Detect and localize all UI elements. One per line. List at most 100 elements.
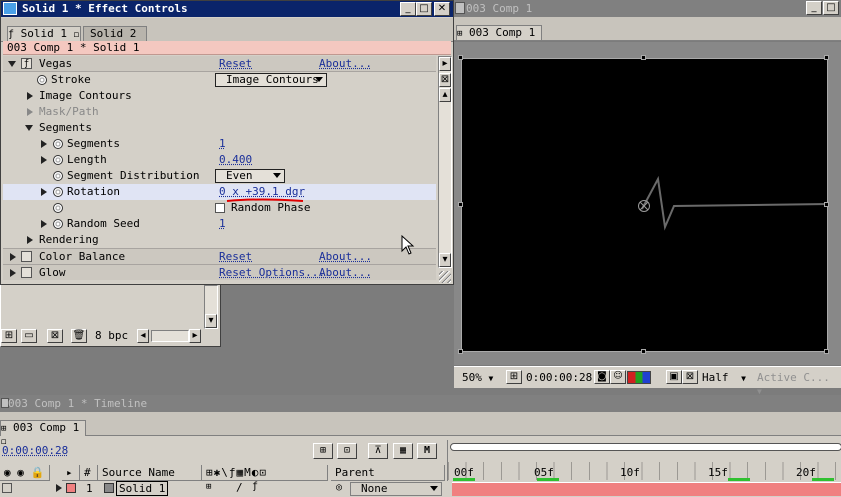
fx-toggle-icon[interactable]: [21, 251, 32, 262]
panel-menu-arrow-icon[interactable]: ▸: [439, 57, 451, 71]
fx-toggle-icon[interactable]: [21, 267, 32, 278]
label-color-swatch[interactable]: [66, 483, 76, 493]
group-row-mask-path[interactable]: Mask/Path: [3, 104, 436, 120]
group-row-image-contours[interactable]: Image Contours: [3, 88, 436, 104]
effect-controls-scrollbar[interactable]: ▸ ⊠ ▴ ▾: [438, 56, 452, 268]
pick-whip-icon[interactable]: ◎: [336, 482, 342, 493]
expand-mask-path-icon[interactable]: [27, 108, 33, 116]
effect-row-glow[interactable]: Glow Reset Options... About...: [3, 264, 436, 280]
effect-row-color-balance[interactable]: Color Balance Reset About...: [3, 248, 436, 264]
effect-controls-titlebar[interactable]: Solid 1 * Effect Controls _ □ ✕: [1, 1, 453, 17]
close-button[interactable]: ✕: [434, 2, 450, 16]
stopwatch-icon[interactable]: [53, 155, 63, 165]
resolution-dropdown[interactable]: Half ▼: [702, 371, 752, 385]
timeline-timecode[interactable]: 0:00:00:28: [2, 444, 68, 457]
tab-003-comp-1[interactable]: ⊞ 003 Comp 1 ◻: [456, 25, 542, 52]
glow-about-link[interactable]: About...: [319, 265, 372, 281]
label-color-header[interactable]: ▸: [62, 465, 80, 481]
expand-glow-icon[interactable]: [10, 269, 16, 277]
group-row-rendering[interactable]: Rendering: [3, 232, 436, 248]
random-seed-value[interactable]: 1: [219, 216, 226, 232]
comp-minimize-button[interactable]: _: [806, 1, 822, 15]
minimize-button[interactable]: _: [400, 2, 416, 16]
stroke-dropdown[interactable]: Image Contours: [215, 73, 327, 87]
snapshot-icon[interactable]: ◙: [594, 370, 610, 384]
work-area-bar[interactable]: [450, 443, 841, 451]
motion-blur-icon[interactable]: M: [417, 443, 437, 459]
property-row-rotation[interactable]: Rotation 0 x +39.1 dgr: [3, 184, 436, 200]
trash-icon[interactable]: 🗑: [71, 329, 87, 343]
video-toggle-icon[interactable]: [2, 483, 12, 493]
region-of-interest-icon[interactable]: ▣: [666, 370, 682, 384]
glow-reset-link[interactable]: Reset Options...: [219, 265, 325, 281]
stopwatch-icon[interactable]: [53, 139, 63, 149]
collapse-switch-icon[interactable]: ⊞: [206, 482, 211, 492]
segment-distribution-dropdown[interactable]: Even: [215, 169, 285, 183]
scroll-down-button[interactable]: ▾: [439, 253, 451, 267]
length-value[interactable]: 0.400: [219, 152, 252, 168]
transparency-grid-icon[interactable]: ⊠: [682, 370, 698, 384]
tab-solid-1[interactable]: ƒ Solid 1 ◻: [7, 26, 81, 41]
comp-marker-icon[interactable]: ⊞: [313, 443, 333, 459]
group-row-segments[interactable]: Segments: [3, 120, 436, 136]
source-name-header[interactable]: Source Name: [98, 465, 202, 481]
layer-name[interactable]: Solid 1: [116, 481, 169, 496]
camera-dropdown[interactable]: Active C... ▼: [757, 371, 841, 396]
layer-handle-bc[interactable]: [641, 349, 646, 354]
random-phase-checkbox[interactable]: [215, 203, 225, 213]
interpret-footage-icon[interactable]: ⊞: [1, 329, 17, 343]
quality-switch-icon[interactable]: /: [236, 481, 243, 494]
layer-handle-br[interactable]: [824, 349, 829, 354]
rgb-channels-icon[interactable]: [627, 371, 651, 384]
expand-layer-icon[interactable]: [56, 484, 62, 492]
color-balance-reset-link[interactable]: Reset: [219, 249, 252, 265]
expand-length-icon[interactable]: [41, 156, 47, 164]
new-folder-icon[interactable]: ▭: [21, 329, 37, 343]
live-update-icon[interactable]: ⊡: [337, 443, 357, 459]
timeline-tab-003-comp-1[interactable]: ⊞ 003 Comp 1 ◻: [0, 420, 86, 447]
expand-rotation-icon[interactable]: [41, 188, 47, 196]
stopwatch-icon[interactable]: [53, 171, 63, 181]
zoom-dropdown[interactable]: 50% ▼: [462, 371, 504, 385]
vegas-about-link[interactable]: About...: [319, 56, 372, 72]
layer-number-header[interactable]: #: [80, 465, 98, 481]
anchor-point-icon[interactable]: [637, 199, 651, 213]
expand-random-seed-icon[interactable]: [41, 220, 47, 228]
scroll-left-button[interactable]: ◂: [137, 329, 149, 343]
layer-handle-tl[interactable]: [458, 55, 463, 60]
comp-titlebar[interactable]: 003 Comp 1 _ □: [454, 0, 841, 17]
maximize-button[interactable]: □: [416, 2, 432, 16]
switches-header[interactable]: ⊞✱\ƒ▦M◐⊡: [202, 465, 328, 481]
expand-color-balance-icon[interactable]: [10, 253, 16, 261]
expand-rendering-icon[interactable]: [27, 236, 33, 244]
new-comp-icon[interactable]: ⊠: [47, 329, 63, 343]
project-scrollbar[interactable]: ▾: [204, 285, 218, 329]
stopwatch-icon[interactable]: [37, 75, 47, 85]
resize-grip-icon[interactable]: [439, 271, 451, 283]
timeline-titlebar[interactable]: 003 Comp 1 * Timeline: [0, 395, 841, 412]
layer-handle-mr[interactable]: [824, 202, 829, 207]
layer-handle-ml[interactable]: [458, 202, 463, 207]
safe-margins-icon[interactable]: ⊞: [506, 370, 522, 384]
layer-duration-bar[interactable]: [452, 482, 841, 496]
time-ruler[interactable]: 00f 05f 10f 15f 20f: [447, 440, 841, 481]
color-balance-about-link[interactable]: About...: [319, 249, 372, 265]
parent-dropdown[interactable]: None: [350, 482, 442, 496]
scroll-up-button[interactable]: ▴: [439, 88, 451, 102]
scroll-down-button[interactable]: ▾: [205, 314, 217, 328]
comp-maximize-button[interactable]: □: [823, 1, 839, 15]
bpc-button[interactable]: 8 bpc: [95, 329, 133, 343]
scroll-right-button[interactable]: ▸: [189, 329, 201, 343]
draft-3d-icon[interactable]: ⊼: [368, 443, 388, 459]
layer-row[interactable]: 1 Solid 1 ⊞ / ƒ ◎ None: [0, 481, 841, 497]
comp-canvas[interactable]: [461, 58, 829, 352]
expand-vegas-icon[interactable]: [8, 61, 16, 67]
stopwatch-icon[interactable]: [53, 203, 63, 213]
parent-header[interactable]: Parent: [331, 465, 445, 481]
fx-toggle-icon[interactable]: ƒ: [21, 58, 32, 69]
project-hscroll-track[interactable]: [151, 330, 189, 342]
vegas-reset-link[interactable]: Reset: [219, 56, 252, 72]
expand-image-contours-icon[interactable]: [27, 92, 33, 100]
panel-options-icon[interactable]: ⊠: [439, 73, 451, 87]
layer-handle-bl[interactable]: [458, 349, 463, 354]
